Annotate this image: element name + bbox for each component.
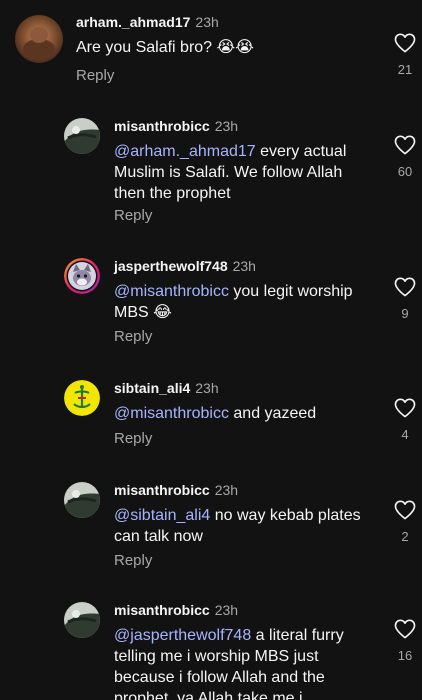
heart-icon <box>394 135 416 155</box>
comment-header: misanthrobicc 23h <box>114 117 238 135</box>
heart-icon <box>394 619 416 639</box>
like-button[interactable]: 9 <box>390 277 420 321</box>
reply-button[interactable]: Reply <box>114 430 152 448</box>
comment-text: @misanthrobicc you legit worship MBS 😂 <box>114 281 376 323</box>
timestamp: 23h <box>232 258 256 274</box>
like-count: 4 <box>401 427 409 442</box>
like-count: 60 <box>397 164 413 179</box>
mention-link[interactable]: @jasperthewolf748 <box>114 627 251 644</box>
username[interactable]: jasperthewolf748 <box>114 258 228 274</box>
comment-header: misanthrobicc 23h <box>114 481 238 499</box>
like-button[interactable]: 4 <box>390 398 420 442</box>
reply-item: sibtain_ali4 23h @misanthrobicc and yazee… <box>0 362 422 462</box>
avatar[interactable] <box>64 602 100 638</box>
comment-header: misanthrobicc 23h <box>114 601 238 619</box>
like-count: 2 <box>401 529 409 544</box>
comment-header: jasperthewolf748 23h <box>114 257 256 275</box>
username[interactable]: misanthrobicc <box>114 602 210 618</box>
like-button[interactable]: 16 <box>390 619 420 663</box>
timestamp: 23h <box>214 482 239 498</box>
reply-item: misanthrobicc 23h @sibtain_ali4 no way ke… <box>0 464 422 586</box>
heart-icon <box>394 398 416 418</box>
heart-icon <box>394 277 416 297</box>
comment-header: sibtain_ali4 23h <box>114 379 219 397</box>
avatar[interactable] <box>64 118 100 154</box>
avatar-photo-icon <box>15 15 63 63</box>
reply-item: misanthrobicc 23h @arham._ahmad17 every a… <box>0 100 422 240</box>
comment-text: @sibtain_ali4 no way kebab plates can ta… <box>114 505 376 547</box>
avatar-photo-icon <box>64 602 100 638</box>
mention-link[interactable]: @sibtain_ali4 <box>114 507 210 524</box>
mention-link[interactable]: @misanthrobicc <box>114 283 229 300</box>
avatar[interactable] <box>64 482 100 518</box>
comment-text: @arham._ahmad17 every actual Muslim is S… <box>114 141 376 204</box>
like-count: 9 <box>401 306 409 321</box>
comment-text: Are you Salafi bro? 😭😭 <box>76 37 366 58</box>
reply-button[interactable]: Reply <box>114 552 152 570</box>
avatar[interactable] <box>64 380 100 416</box>
timestamp: 23h <box>214 602 239 618</box>
reply-item: jasperthewolf748 23h @misanthrobicc you l… <box>0 240 422 362</box>
avatar-emblem-icon <box>64 380 100 416</box>
avatar-wolf-icon <box>64 258 100 294</box>
reply-item: misanthrobicc 23h @jasperthewolf748 a lit… <box>0 586 422 700</box>
username[interactable]: misanthrobicc <box>114 482 210 498</box>
username[interactable]: arham._ahmad17 <box>76 14 190 30</box>
mention-link[interactable]: @arham._ahmad17 <box>114 143 256 160</box>
comment-body: and yazeed <box>228 405 317 422</box>
comment-body: Are you Salafi bro? 😭😭 <box>76 39 254 56</box>
reply-button[interactable]: Reply <box>114 207 152 225</box>
reply-button[interactable]: Reply <box>114 328 152 346</box>
like-button[interactable]: 60 <box>390 135 420 179</box>
avatar[interactable] <box>15 15 63 63</box>
like-button[interactable]: 21 <box>390 33 420 77</box>
avatar-photo-icon <box>64 482 100 518</box>
comment-item: arham._ahmad17 23h Are you Salafi bro? 😭😭… <box>0 0 422 100</box>
username[interactable]: sibtain_ali4 <box>114 380 190 396</box>
comment-header: arham._ahmad17 23h <box>76 13 219 31</box>
like-count: 16 <box>397 648 413 663</box>
timestamp: 23h <box>195 14 219 30</box>
like-button[interactable]: 2 <box>390 500 420 544</box>
like-count: 21 <box>397 62 413 77</box>
heart-icon <box>394 500 416 520</box>
timestamp: 23h <box>195 380 219 396</box>
heart-icon <box>394 33 416 53</box>
comment-text: @misanthrobicc and yazeed <box>114 403 376 424</box>
comment-text: @jasperthewolf748 a literal furry tellin… <box>114 625 376 700</box>
mention-link[interactable]: @misanthrobicc <box>114 405 229 422</box>
avatar[interactable] <box>64 258 100 294</box>
timestamp: 23h <box>214 118 239 134</box>
avatar-photo-icon <box>64 118 100 154</box>
reply-button[interactable]: Reply <box>76 67 114 85</box>
username[interactable]: misanthrobicc <box>114 118 210 134</box>
